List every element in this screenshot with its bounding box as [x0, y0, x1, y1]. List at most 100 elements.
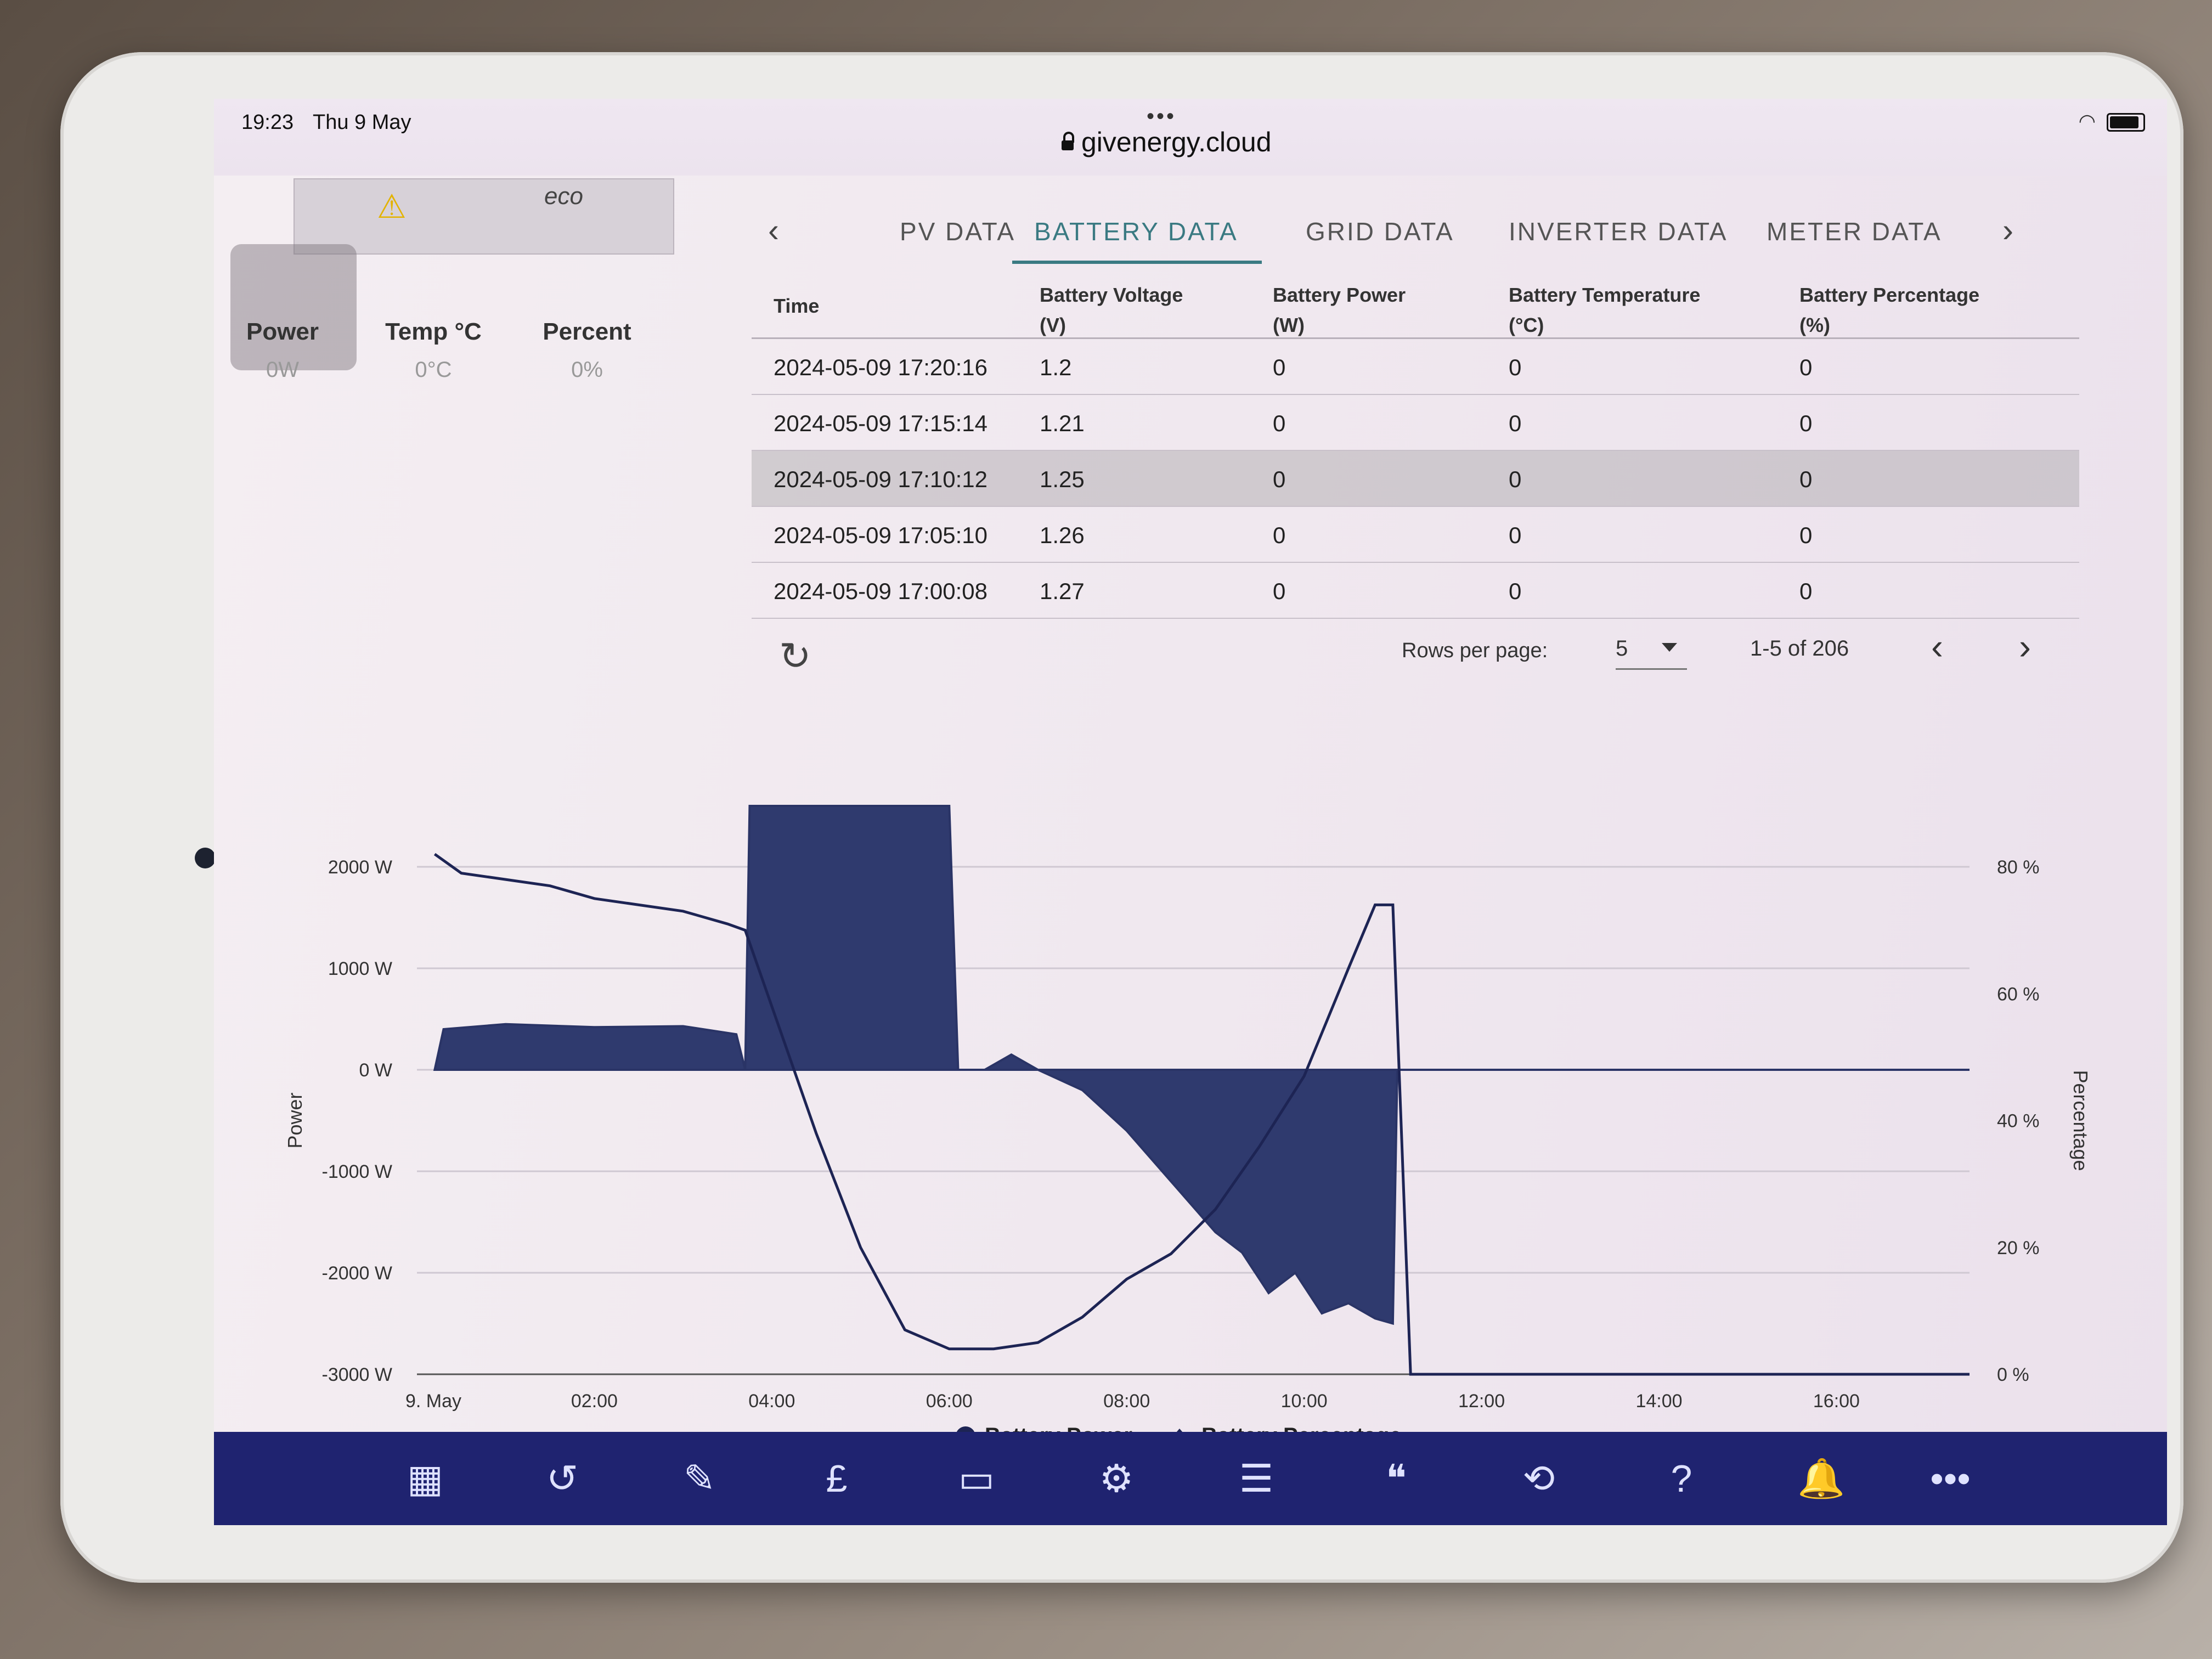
col-header-percentage[interactable]: Battery Percentage (%) — [1799, 280, 1979, 340]
more-icon[interactable]: ••• — [1920, 1454, 1980, 1503]
battery-data-table: Time Battery Voltage (V) Battery Power (W)… — [752, 269, 2079, 619]
cell-percentage: 0 — [1799, 354, 1813, 380]
next-page-icon[interactable]: › — [2019, 625, 2031, 667]
rows-per-page-value: 5 — [1616, 636, 1628, 661]
cell-temperature: 0 — [1509, 354, 1522, 380]
eco-logo: eco — [544, 183, 583, 210]
x-tick-label: 16:00 — [1813, 1391, 1860, 1412]
cell-time: 2024-05-09 17:15:14 — [774, 410, 988, 436]
y-tick-label: -1000 W — [322, 1161, 393, 1182]
y-tick-label: -2000 W — [322, 1263, 393, 1284]
cell-power: 0 — [1273, 522, 1286, 548]
y-tick-label: 1000 W — [328, 958, 392, 979]
x-tick-label: 10:00 — [1281, 1391, 1328, 1412]
cell-percentage: 0 — [1799, 522, 1813, 548]
lock-icon — [1062, 132, 1074, 150]
data-tabs: ‹ PV DATA BATTERY DATA GRID DATA INVERTE… — [735, 200, 2162, 277]
y2-tick-label: 40 % — [1997, 1111, 2040, 1132]
battery-power-area — [433, 805, 1970, 1325]
sync-icon[interactable]: ⟲ — [1509, 1454, 1569, 1503]
cell-voltage: 1.27 — [1040, 578, 1085, 604]
tab-battery-data[interactable]: BATTERY DATA — [1034, 217, 1238, 246]
table-row[interactable]: 2024-05-09 17:05:10 1.26 0 0 0 — [752, 507, 2079, 563]
status-time: 19:23 — [241, 111, 294, 134]
x-tick-label: 12:00 — [1458, 1391, 1505, 1412]
pagination-range: 1-5 of 206 — [1750, 636, 1849, 661]
table-row-highlighted[interactable]: 2024-05-09 17:10:12 1.25 0 0 0 — [752, 451, 2079, 507]
x-tick-label: 04:00 — [748, 1391, 795, 1412]
cell-time: 2024-05-09 17:00:08 — [774, 578, 988, 604]
legend-marker-power — [956, 1426, 975, 1432]
warning-icon[interactable]: ⚠ — [377, 188, 407, 226]
y2-tick-label: 0 % — [1997, 1364, 2029, 1385]
stat-temp: Temp °C 0°C — [365, 318, 502, 382]
stat-value: 0% — [571, 358, 603, 382]
table-row[interactable]: 2024-05-09 17:15:14 1.21 0 0 0 — [752, 395, 2079, 451]
y2-axis-title: Percentage — [2069, 1070, 2092, 1171]
stat-power: Power 0W — [214, 318, 351, 382]
cell-power: 0 — [1273, 410, 1286, 436]
cell-voltage: 1.21 — [1040, 410, 1085, 436]
stat-label: Percent — [543, 318, 631, 345]
x-tick-label: 9. May — [405, 1391, 461, 1412]
help-icon[interactable]: ? — [1651, 1454, 1712, 1503]
cell-voltage: 1.26 — [1040, 522, 1085, 548]
rows-per-page-select[interactable]: 5 — [1616, 636, 1687, 670]
col-header-voltage[interactable]: Battery Voltage (V) — [1040, 280, 1183, 340]
cell-percentage: 0 — [1799, 410, 1813, 436]
rows-per-page-label: Rows per page: — [1402, 639, 1548, 662]
quotes-icon[interactable]: ❝ — [1366, 1454, 1426, 1503]
y2-tick-label: 20 % — [1997, 1238, 2040, 1259]
col-header-temperature[interactable]: Battery Temperature (°C) — [1509, 280, 1700, 340]
tabs-prev-icon[interactable]: ‹ — [768, 211, 779, 249]
pricing-icon[interactable]: £ — [806, 1454, 867, 1503]
camera-dot — [195, 848, 216, 868]
cell-temperature: 0 — [1509, 466, 1522, 492]
address-bar[interactable]: givenergy.cloud — [1062, 126, 1272, 158]
cell-time: 2024-05-09 17:10:12 — [774, 466, 988, 492]
tab-pv-data[interactable]: PV DATA — [900, 217, 1015, 246]
x-tick-label: 14:00 — [1635, 1391, 1682, 1412]
cell-time: 2024-05-09 17:20:16 — [774, 354, 988, 380]
bottom-nav-bar: ▦ ↺ ✎ £ ▭ ⚙ ☰ ❝ ⟲? 🔔 ••• — [214, 1432, 2167, 1525]
tab-meter-data[interactable]: METER DATA — [1767, 217, 1942, 246]
notifications-icon[interactable]: 🔔 — [1791, 1454, 1852, 1503]
cell-percentage: 0 — [1799, 578, 1813, 604]
user-settings-icon[interactable]: ⚙ — [1086, 1454, 1147, 1503]
col-header-power[interactable]: Battery Power (W) — [1273, 280, 1406, 340]
y-tick-label: -3000 W — [322, 1364, 393, 1385]
prev-page-icon[interactable]: ‹ — [1931, 625, 1943, 667]
monitor-icon[interactable]: ▭ — [946, 1454, 1007, 1503]
y-tick-label: 2000 W — [328, 857, 392, 878]
legend-label-percentage: Battery Percentage — [1201, 1424, 1402, 1432]
inverter-image: ⚠ eco — [294, 178, 674, 255]
cell-voltage: 1.2 — [1040, 354, 1072, 380]
cell-voltage: 1.25 — [1040, 466, 1085, 492]
table-row[interactable]: 2024-05-09 17:20:16 1.2 0 0 0 — [752, 339, 2079, 395]
tab-grid-data[interactable]: GRID DATA — [1306, 217, 1454, 246]
tablet-screen: 19:23 Thu 9 May ••• givenergy.cloud ◠ ⚠ … — [214, 99, 2167, 1525]
multitask-dots-icon[interactable]: ••• — [1147, 104, 1176, 129]
cell-temperature: 0 — [1509, 410, 1522, 436]
refresh-icon[interactable]: ↻ — [779, 634, 811, 679]
table-row[interactable]: 2024-05-09 17:00:08 1.27 0 0 0 — [752, 563, 2079, 619]
cell-power: 0 — [1273, 354, 1286, 380]
caret-down-icon — [1662, 643, 1677, 652]
x-tick-label: 02:00 — [571, 1391, 618, 1412]
cell-percentage: 0 — [1799, 466, 1813, 492]
status-date: Thu 9 May — [313, 111, 411, 134]
tab-inverter-data[interactable]: INVERTER DATA — [1509, 217, 1728, 246]
cell-temperature: 0 — [1509, 522, 1522, 548]
history-icon[interactable]: ↺ — [532, 1454, 592, 1503]
wifi-icon: ◠ — [2078, 110, 2096, 132]
dashboard-icon[interactable]: ▦ — [395, 1454, 455, 1503]
stat-percent: Percent 0% — [518, 318, 656, 382]
edit-icon[interactable]: ✎ — [669, 1454, 730, 1503]
y-axis-title: Power — [284, 1092, 306, 1148]
tabs-next-icon[interactable]: › — [2002, 211, 2013, 249]
col-header-time[interactable]: Time — [774, 291, 819, 321]
messages-icon[interactable]: ☰ — [1226, 1454, 1286, 1503]
stat-label: Temp °C — [385, 318, 482, 345]
status-bar: 19:23 Thu 9 May ••• givenergy.cloud ◠ — [214, 99, 2167, 176]
legend-label-power: Battery Power — [985, 1424, 1132, 1432]
